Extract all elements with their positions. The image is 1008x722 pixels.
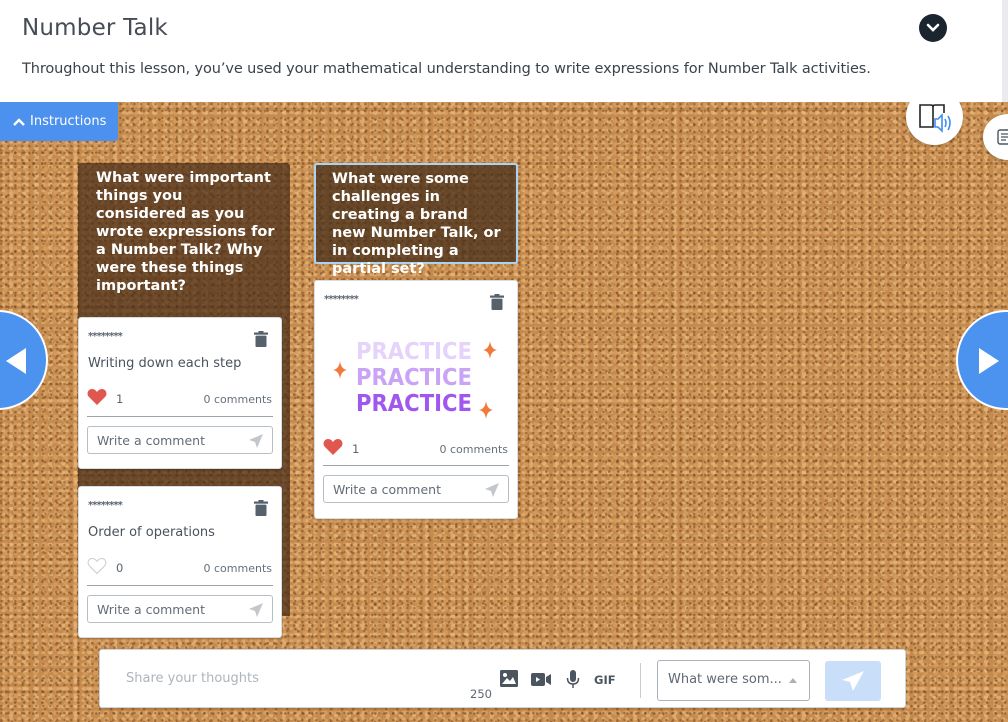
like-count: 0 <box>116 561 124 575</box>
chevron-up-icon <box>13 117 25 126</box>
post-image[interactable]: PRACTICE PRACTICE PRACTICE <box>333 333 500 423</box>
comment-placeholder: Write a comment <box>97 432 205 448</box>
column-prompt: What were some challenges in creating a … <box>314 163 518 277</box>
topic-select[interactable]: What were som... <box>657 660 810 701</box>
video-icon[interactable] <box>531 673 551 686</box>
sparkle-icon <box>483 341 497 359</box>
post-card[interactable]: ******** Writing down each step 1 0 comm… <box>78 317 282 469</box>
page-title: Number Talk <box>22 15 168 41</box>
send-comment-icon[interactable] <box>484 482 500 498</box>
comment-placeholder: Write a comment <box>333 481 441 497</box>
trash-icon[interactable] <box>254 500 268 516</box>
arrow-left-icon <box>6 348 26 374</box>
practice-word: PRACTICE <box>356 339 473 365</box>
char-count: 250 <box>470 687 492 701</box>
post-text: Writing down each step <box>88 356 242 371</box>
card-divider <box>87 416 273 417</box>
send-icon <box>842 671 864 691</box>
sparkle-icon <box>479 401 493 419</box>
comment-count[interactable]: 0 comments <box>204 562 273 575</box>
card-divider <box>87 585 273 586</box>
comment-placeholder: Write a comment <box>97 601 205 617</box>
microphone-icon[interactable] <box>566 670 580 689</box>
column-1: What were important things you considere… <box>78 163 290 302</box>
heart-filled-icon[interactable] <box>87 388 107 406</box>
send-comment-icon[interactable] <box>248 433 264 449</box>
notes-button[interactable] <box>983 114 1008 160</box>
send-comment-icon[interactable] <box>248 602 264 618</box>
instructions-label: Instructions <box>30 114 107 129</box>
comment-input[interactable]: Write a comment <box>87 426 273 454</box>
comment-count[interactable]: 0 comments <box>204 393 273 406</box>
practice-word: PRACTICE <box>356 365 473 391</box>
share-thoughts-input[interactable]: Share your thoughts <box>126 671 456 686</box>
page-subtitle: Throughout this lesson, you’ve used your… <box>22 61 871 77</box>
like-count: 1 <box>116 392 124 406</box>
instructions-toggle-button[interactable]: Instructions <box>0 102 118 141</box>
gif-button[interactable]: GIF <box>594 673 616 687</box>
trash-icon[interactable] <box>254 331 268 347</box>
collapse-header-button[interactable] <box>919 14 947 42</box>
previous-button[interactable] <box>0 310 48 410</box>
heart-outline-icon[interactable] <box>87 557 107 575</box>
caret-up-icon <box>789 678 797 683</box>
comment-input[interactable]: Write a comment <box>87 595 273 623</box>
topic-select-value: What were som... <box>668 672 782 687</box>
heart-filled-icon[interactable] <box>323 438 343 456</box>
comment-count[interactable]: 0 comments <box>440 443 509 456</box>
post-author: ******** <box>324 294 359 305</box>
read-aloud-icon <box>918 103 951 133</box>
next-button[interactable] <box>956 310 1008 410</box>
like-count: 1 <box>352 442 360 456</box>
column-2: What were some challenges in creating a … <box>314 163 518 277</box>
post-author: ******** <box>88 331 123 342</box>
comment-input[interactable]: Write a comment <box>323 475 509 503</box>
trash-icon[interactable] <box>490 294 504 310</box>
chevron-down-icon <box>926 23 940 32</box>
practice-word: PRACTICE <box>356 391 473 417</box>
submit-post-button[interactable] <box>825 661 881 701</box>
post-composer: Share your thoughts 250 GIF What were so… <box>99 649 906 708</box>
post-card[interactable]: ******** Order of operations 0 0 comment… <box>78 486 282 638</box>
card-divider <box>323 465 509 466</box>
lesson-header: Number Talk Throughout this lesson, you’… <box>0 0 1008 102</box>
post-text: Order of operations <box>88 525 215 540</box>
image-icon[interactable] <box>500 670 518 687</box>
read-aloud-button[interactable] <box>906 102 963 145</box>
arrow-right-icon <box>979 348 999 374</box>
notes-icon <box>997 129 1008 145</box>
discussion-board: Instructions What were important things … <box>0 102 1008 722</box>
column-prompt: What were important things you considere… <box>96 170 275 294</box>
toolbar-divider <box>640 663 641 698</box>
post-card[interactable]: ******** PRACTICE PRACTICE PRACTICE 1 0 … <box>314 280 518 519</box>
post-author: ******** <box>88 500 123 511</box>
sparkle-icon <box>333 361 347 379</box>
